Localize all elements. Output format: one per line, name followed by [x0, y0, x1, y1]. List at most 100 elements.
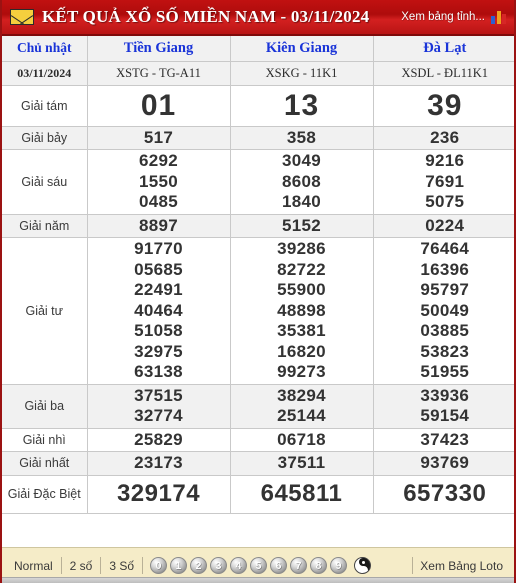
prize-number: 517 [143, 127, 174, 147]
yin-yang-icon[interactable] [354, 557, 372, 574]
table-row: Giải năm 8897 5152 0224 [2, 213, 514, 238]
prize-number: 51955 [420, 362, 470, 381]
footer-tab-2-digit[interactable]: 2 số [62, 556, 101, 576]
prize-value-cell[interactable]: 5152 [229, 213, 374, 238]
prize-value-cell[interactable]: 37423 [372, 427, 514, 452]
prize-number: 99273 [277, 362, 326, 381]
draw-code-3: XSDL - ĐL11K1 [372, 60, 514, 86]
digit-ball-3[interactable]: 3 [210, 557, 228, 574]
prize-label: Giải Đặc Biệt [2, 474, 88, 514]
prize-number: 76464 [420, 239, 470, 258]
table-code-row: 03/11/2024 XSTG - TG-A11 XSKG - 11K1 XSDL -… [2, 60, 514, 86]
prize-value-cell[interactable]: 06718 [229, 427, 374, 452]
digit-ball-1[interactable]: 1 [170, 557, 188, 574]
digit-ball-8[interactable]: 8 [310, 557, 328, 574]
table-row: Giải tám 01 13 39 [2, 84, 514, 127]
prize-number: 37511 [277, 453, 326, 472]
prize-number: 03885 [420, 321, 470, 340]
prize-number: 33936 [420, 385, 470, 405]
prize-value-cell[interactable]: 9216 7691 5075 [372, 149, 514, 215]
prize-number: 06718 [277, 429, 326, 449]
day-label: Chủ nhật [2, 36, 88, 62]
prize-value-cell[interactable]: 39 [372, 84, 514, 127]
prize-number: 329174 [116, 480, 201, 507]
prize-value-cell[interactable]: 93769 [372, 451, 514, 476]
prize-value-cell[interactable]: 13 [229, 84, 374, 127]
prize-value-cell[interactable]: 645811 [229, 474, 374, 514]
prize-number: 8608 [281, 171, 322, 191]
prize-number: 05685 [134, 259, 183, 279]
prize-value-cell[interactable]: 6292 1550 0485 [86, 149, 231, 215]
province-header-1[interactable]: Tiền Giang [86, 36, 231, 62]
prize-value-cell[interactable]: 657330 [372, 474, 514, 514]
prize-label: Giải tám [2, 84, 88, 127]
province-header-2[interactable]: Kiên Giang [229, 36, 374, 62]
prize-number: 50049 [420, 300, 470, 320]
prize-number: 8897 [138, 215, 179, 235]
digit-ball-6[interactable]: 6 [270, 557, 288, 574]
prize-value-cell[interactable]: 8897 [86, 213, 231, 238]
prize-value-cell[interactable]: 358 [229, 125, 374, 150]
digit-ball-2[interactable]: 2 [190, 557, 208, 574]
prize-number: 25144 [277, 406, 326, 425]
prize-number: 63138 [134, 362, 183, 381]
table-header-row: Chủ nhật Tiền Giang Kiên Giang Đà Lạt [2, 36, 514, 62]
prize-number: 48898 [277, 300, 326, 320]
prize-number: 93769 [420, 453, 470, 472]
prize-label: Giải bảy [2, 125, 88, 150]
digit-ball-4[interactable]: 4 [230, 557, 248, 574]
prize-value-cell[interactable]: 37515 32774 [86, 383, 231, 429]
footer-tab-normal[interactable]: Normal [6, 556, 61, 576]
prize-value-cell[interactable]: 38294 25144 [229, 383, 374, 429]
prize-value-cell[interactable]: 01 [86, 84, 231, 127]
prize-value-cell[interactable]: 0224 [372, 213, 514, 238]
view-province-table-link[interactable]: Xem bảng tỉnh... [401, 11, 485, 23]
prize-value-cell[interactable]: 3049 8608 1840 [229, 149, 374, 215]
footer-tab-3-digit[interactable]: 3 Số [101, 556, 142, 576]
prize-number: 51058 [134, 321, 183, 340]
prize-number: 25829 [134, 429, 183, 449]
footer-right: Xem Bảng Loto [412, 557, 510, 574]
prize-number: 39 [427, 88, 463, 122]
prize-number: 236 [430, 127, 460, 147]
prize-value-cell[interactable]: 37511 [229, 451, 374, 476]
prize-number: 13 [283, 88, 320, 122]
prize-value-cell[interactable]: 91770 05685 22491 40464 51058 32975 63138 [86, 237, 231, 385]
bar-chart-icon[interactable] [491, 10, 506, 24]
prize-number: 23173 [134, 453, 183, 472]
prize-value-cell[interactable]: 25829 [86, 427, 231, 452]
prize-number: 55900 [277, 280, 326, 299]
prize-value-cell[interactable]: 329174 [86, 474, 231, 514]
prize-label: Giải ba [2, 383, 88, 429]
prize-number: 9216 [425, 151, 465, 170]
prize-number: 5152 [281, 215, 322, 235]
prize-number: 37423 [420, 429, 470, 449]
province-header-3[interactable]: Đà Lạt [372, 36, 514, 62]
table-row: Giải Đặc Biệt 329174 645811 657330 [2, 474, 514, 514]
digit-ball-7[interactable]: 7 [290, 557, 308, 574]
prize-number: 22491 [134, 280, 183, 299]
digit-ball-0[interactable]: 0 [150, 557, 168, 574]
draw-code-1: XSTG - TG-A11 [86, 60, 231, 86]
prize-value-cell[interactable]: 23173 [86, 451, 231, 476]
results-table: Chủ nhật Tiền Giang Kiên Giang Đà Lạt 03/11/… [2, 36, 514, 514]
digit-filter-balls: 0123456789 [143, 557, 354, 574]
prize-number: 6292 [138, 151, 179, 170]
prize-value-cell[interactable]: 76464 16396 95797 50049 03885 53823 51955 [372, 237, 514, 385]
prize-value-cell[interactable]: 517 [86, 125, 231, 150]
prize-number: 91770 [134, 239, 183, 258]
prize-value-cell[interactable]: 236 [372, 125, 514, 150]
prize-number: 59154 [420, 406, 470, 425]
prize-number: 01 [140, 88, 177, 122]
prize-number: 38294 [277, 385, 326, 405]
view-loto-table-link[interactable]: Xem Bảng Loto [413, 559, 510, 573]
table-row: Giải bảy 517 358 236 [2, 125, 514, 150]
prize-number: 0224 [425, 215, 465, 235]
prize-value-cell[interactable]: 39286 82722 55900 48898 35381 16820 99273 [229, 237, 374, 385]
digit-ball-9[interactable]: 9 [330, 557, 348, 574]
digit-ball-5[interactable]: 5 [250, 557, 268, 574]
prize-number: 39286 [277, 239, 326, 258]
prize-value-cell[interactable]: 33936 59154 [372, 383, 514, 429]
table-row: Giải nhì 25829 06718 37423 [2, 427, 514, 452]
prize-number: 95797 [420, 280, 470, 299]
